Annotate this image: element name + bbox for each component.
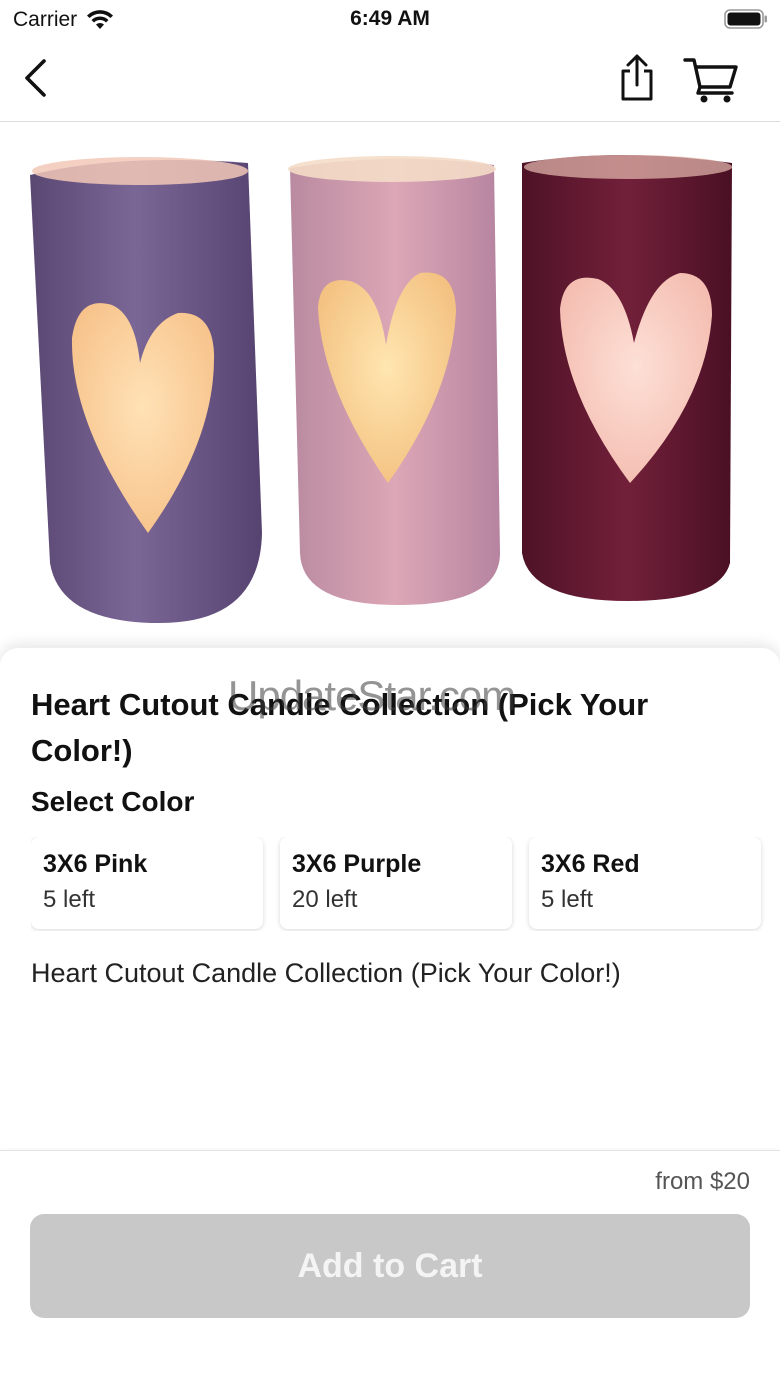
product-description: Heart Cutout Candle Collection (Pick You… — [31, 958, 621, 988]
pink-candle — [288, 156, 500, 605]
back-button[interactable] — [18, 58, 54, 98]
select-color-label: Select Color — [31, 786, 195, 817]
variant-stock: 5 left — [43, 886, 96, 913]
variant-name: 3X6 Purple — [292, 850, 422, 878]
battery-icon — [724, 9, 767, 29]
product-image — [0, 123, 780, 668]
variant-purple[interactable]: 3X6 Purple 20 left — [280, 837, 512, 929]
status-bar: Carrier 6:49 AM — [0, 0, 780, 40]
variant-stock: 5 left — [541, 886, 594, 913]
cart-icon — [683, 58, 738, 103]
variant-red[interactable]: 3X6 Red 5 left — [529, 837, 761, 929]
variant-stock: 20 left — [292, 886, 358, 913]
clock: 6:49 AM — [350, 7, 430, 30]
color-variant-list[interactable]: 3X6 Pink 5 left 3X6 Purple 20 left 3X6 R… — [31, 837, 780, 931]
share-button[interactable] — [614, 53, 660, 103]
cart-button[interactable] — [682, 54, 740, 104]
candles-illustration — [30, 155, 732, 623]
purple-candle — [30, 157, 262, 623]
navigation-bar — [0, 40, 780, 122]
price-label: from $20 — [655, 1168, 750, 1195]
add-to-cart-button[interactable]: Add to Cart — [30, 1214, 750, 1318]
share-icon — [621, 54, 653, 101]
red-candle — [522, 155, 732, 601]
chevron-left-icon — [25, 59, 46, 97]
variant-name: 3X6 Red — [541, 850, 640, 878]
variant-pink[interactable]: 3X6 Pink 5 left — [31, 837, 263, 929]
product-title: Heart Cutout Candle Collection (Pick You… — [31, 687, 649, 768]
variant-name: 3X6 Pink — [43, 850, 148, 878]
